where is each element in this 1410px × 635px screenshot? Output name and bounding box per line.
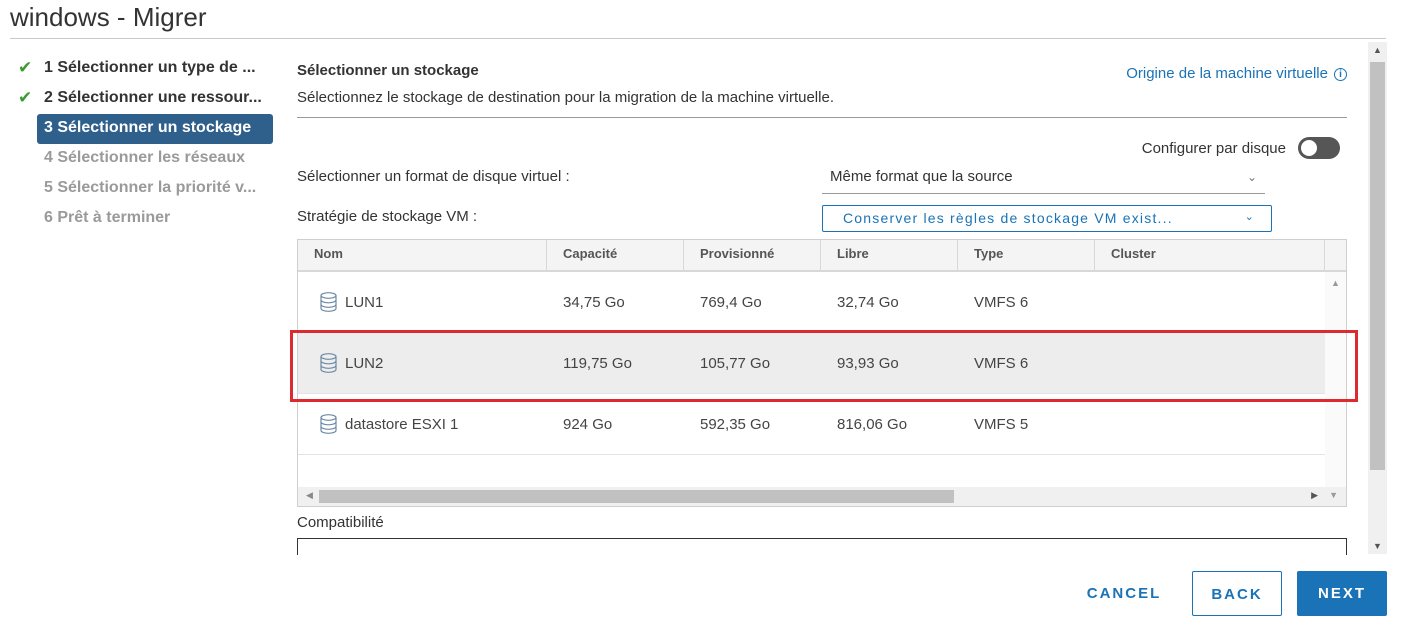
datastore-name: datastore ESXI 1 <box>345 415 459 433</box>
main-pane: Sélectionner un stockage Sélectionnez le… <box>297 40 1367 555</box>
cell-free: 93,93 Go <box>837 354 899 372</box>
cell-provisioned: 105,77 Go <box>700 354 771 372</box>
cell-type: VMFS 5 <box>974 415 1029 433</box>
datastore-name: LUN1 <box>345 293 384 311</box>
cell-provisioned: 769,4 Go <box>700 293 762 311</box>
vm-origin-link[interactable]: Origine de la machine virtuelle i <box>1126 65 1347 82</box>
cell-capacity: 34,75 Go <box>563 293 625 311</box>
cell-name: datastore ESXI 1 <box>298 414 547 434</box>
cancel-button[interactable]: CANCEL <box>1073 571 1175 616</box>
table-row[interactable]: LUN2 119,75 Go 105,77 Go 93,93 Go VMFS 6 <box>298 333 1325 394</box>
cell-capacity: 924 Go <box>563 415 613 433</box>
disk-format-label: Sélectionner un format de disque virtuel… <box>297 168 570 185</box>
configure-per-disk-toggle[interactable] <box>1298 137 1340 159</box>
step-label: 6 Prêt à terminer <box>44 209 171 226</box>
step-label: 3 Sélectionner un stockage <box>44 119 252 136</box>
column-header-provisioned[interactable]: Provisionné <box>684 240 821 270</box>
datastore-name: LUN2 <box>345 354 384 372</box>
title-divider <box>10 38 1386 39</box>
scroll-down-icon[interactable]: ▼ <box>1329 490 1338 500</box>
step-5: 5 Sélectionner la priorité v... <box>16 174 276 204</box>
table-row[interactable]: datastore ESXI 1 924 Go 592,35 Go 816,06… <box>298 394 1325 455</box>
cell-type: VMFS 6 <box>974 354 1029 372</box>
disk-format-value: Même format que la source <box>830 168 1013 185</box>
step-label: 4 Sélectionner les réseaux <box>44 149 245 166</box>
datastore-grid: Nom Capacité Provisionné Libre Type Clus… <box>297 239 1347 507</box>
chevron-down-icon: ⌄ <box>1246 170 1257 184</box>
disk-format-select[interactable]: Même format que la source ⌄ <box>822 164 1265 194</box>
scroll-down-icon[interactable]: ▼ <box>1373 541 1382 551</box>
section-description: Sélectionnez le stockage de destination … <box>297 89 834 106</box>
scroll-right-icon[interactable]: ▶ <box>1311 490 1318 501</box>
column-header-cluster[interactable]: Cluster <box>1095 240 1325 270</box>
check-icon: ✔ <box>18 88 33 107</box>
datastore-icon <box>320 353 337 373</box>
info-icon: i <box>1334 68 1347 81</box>
back-button[interactable]: BACK <box>1192 571 1282 616</box>
toggle-knob <box>1301 140 1317 156</box>
step-label: 5 Sélectionner la priorité v... <box>44 179 257 196</box>
next-button[interactable]: NEXT <box>1297 571 1387 616</box>
storage-policy-label: Stratégie de stockage VM : <box>297 208 478 225</box>
step-1[interactable]: ✔ 1 Sélectionner un type de ... <box>16 54 276 84</box>
scroll-up-icon[interactable]: ▲ <box>1373 45 1382 55</box>
table-row[interactable]: LUN1 34,75 Go 769,4 Go 32,74 Go VMFS 6 <box>298 272 1325 333</box>
step-3[interactable]: 3 Sélectionner un stockage <box>37 114 273 144</box>
cell-provisioned: 592,35 Go <box>700 415 771 433</box>
scroll-up-icon[interactable]: ▲ <box>1331 278 1340 288</box>
configure-per-disk-label: Configurer par disque <box>1141 139 1286 157</box>
cell-name: LUN1 <box>298 292 547 312</box>
scrollbar-thumb[interactable] <box>1370 62 1385 470</box>
scrollbar-thumb[interactable] <box>319 490 954 503</box>
storage-policy-dropdown[interactable]: Conserver les règles de stockage VM exis… <box>822 205 1272 232</box>
check-icon: ✔ <box>18 58 33 77</box>
step-2[interactable]: ✔ 2 Sélectionner une ressour... <box>16 84 276 114</box>
column-header-type[interactable]: Type <box>958 240 1095 270</box>
grid-horizontal-scrollbar[interactable]: ◀ ▶ ▼ <box>298 487 1346 506</box>
grid-header: Nom Capacité Provisionné Libre Type Clus… <box>298 240 1346 272</box>
chevron-down-icon: ⌄ <box>1244 211 1255 223</box>
cell-capacity: 119,75 Go <box>563 354 632 372</box>
grid-body: LUN1 34,75 Go 769,4 Go 32,74 Go VMFS 6 L… <box>298 272 1346 487</box>
cell-name: LUN2 <box>298 353 547 373</box>
configure-per-disk: Configurer par disque <box>1142 137 1340 159</box>
cell-free: 816,06 Go <box>837 415 908 433</box>
step-label: 2 Sélectionner une ressour... <box>44 89 262 106</box>
column-header-name[interactable]: Nom <box>298 240 547 270</box>
dialog-title: windows - Migrer <box>10 2 207 32</box>
datastore-icon <box>320 292 337 312</box>
storage-policy-value: Conserver les règles de stockage VM exis… <box>843 210 1173 226</box>
step-label: 1 Sélectionner un type de ... <box>44 59 256 76</box>
wizard-steps: ✔ 1 Sélectionner un type de ... ✔ 2 Sélect… <box>16 54 276 234</box>
step-4: 4 Sélectionner les réseaux <box>16 144 276 174</box>
datastore-icon <box>320 414 337 434</box>
grid-vertical-scrollbar[interactable]: ▲ <box>1325 272 1346 487</box>
compatibility-label: Compatibilité <box>297 514 384 531</box>
scroll-left-icon[interactable]: ◀ <box>306 490 313 501</box>
step-6: 6 Prêt à terminer <box>16 204 276 234</box>
vm-origin-label: Origine de la machine virtuelle <box>1126 65 1328 82</box>
column-header-free[interactable]: Libre <box>821 240 958 270</box>
section-title: Sélectionner un stockage <box>297 62 479 79</box>
cell-type: VMFS 6 <box>974 293 1029 311</box>
compatibility-panel <box>297 538 1347 555</box>
page-vertical-scrollbar[interactable]: ▲ ▼ <box>1368 42 1387 554</box>
section-divider <box>297 117 1347 118</box>
column-header-capacity[interactable]: Capacité <box>547 240 684 270</box>
cell-free: 32,74 Go <box>837 293 899 311</box>
